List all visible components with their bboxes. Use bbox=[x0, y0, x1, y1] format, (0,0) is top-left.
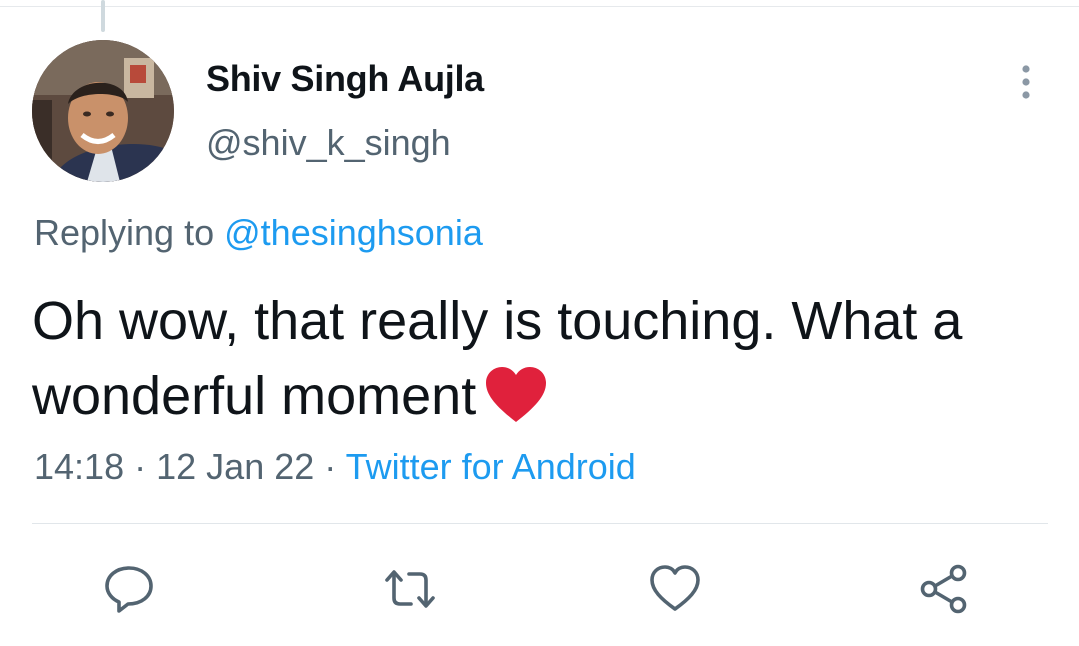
meta-separator: · bbox=[324, 446, 337, 487]
thread-connector-line bbox=[101, 0, 105, 32]
tweet-text: Oh wow, that really is touching. What a … bbox=[32, 284, 1052, 444]
tweet-time: 14:18 bbox=[34, 446, 125, 487]
speech-bubble-icon bbox=[105, 566, 153, 613]
share-icon bbox=[920, 564, 967, 614]
share-button[interactable] bbox=[917, 562, 971, 616]
like-button[interactable] bbox=[648, 562, 702, 616]
tweet-meta: 14:18 · 12 Jan 22 · Twitter for Android bbox=[34, 446, 636, 488]
replying-to-mention[interactable]: @thesinghsonia bbox=[224, 212, 483, 253]
reply-button[interactable] bbox=[102, 562, 156, 616]
author-name[interactable]: Shiv Singh Aujla bbox=[206, 58, 484, 100]
retweet-button[interactable] bbox=[383, 562, 437, 616]
more-options-button[interactable] bbox=[1014, 62, 1038, 102]
tweet-source[interactable]: Twitter for Android bbox=[346, 446, 636, 487]
vertical-dots-icon bbox=[1022, 65, 1030, 99]
replying-to: Replying to @thesinghsonia bbox=[34, 212, 483, 254]
red-heart-emoji-icon bbox=[484, 366, 548, 444]
divider bbox=[32, 523, 1048, 524]
retweet-icon bbox=[385, 570, 435, 608]
tweet-date: 12 Jan 22 bbox=[156, 446, 315, 487]
author-handle[interactable]: @shiv_k_singh bbox=[206, 122, 451, 164]
top-border bbox=[0, 6, 1079, 7]
meta-separator: · bbox=[134, 446, 147, 487]
heart-icon bbox=[650, 565, 700, 611]
replying-label: Replying to bbox=[34, 212, 215, 253]
avatar[interactable] bbox=[32, 40, 174, 182]
